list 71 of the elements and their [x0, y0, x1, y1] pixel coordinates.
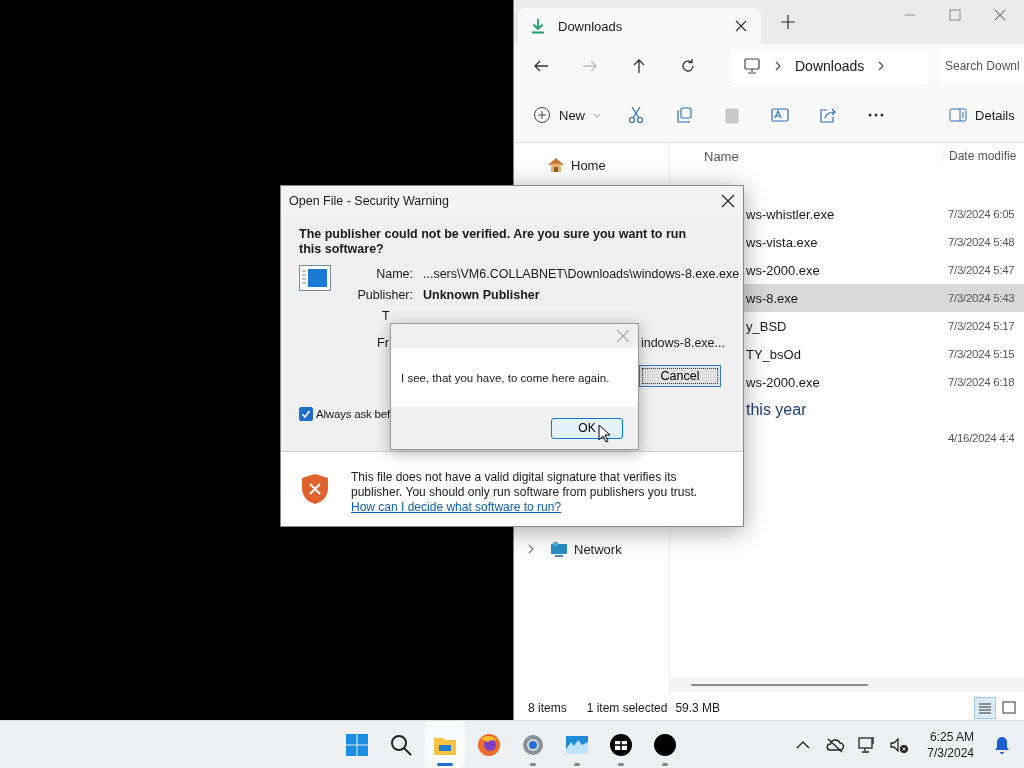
back-icon[interactable]: [533, 58, 549, 74]
field-value: Unknown Publisher: [423, 287, 540, 302]
share-icon[interactable]: [819, 106, 837, 124]
file-name: ws-2000.exe: [746, 262, 820, 278]
up-icon[interactable]: [631, 58, 647, 74]
details-view-icon[interactable]: [974, 697, 996, 719]
search-field[interactable]: Search Downl: [939, 48, 1024, 84]
side-panel-icon: [949, 106, 967, 124]
ok-button[interactable]: OK: [551, 417, 623, 439]
caret-down-icon: [593, 111, 601, 119]
checkbox[interactable]: [299, 407, 313, 421]
chevron-right-icon: [773, 61, 783, 71]
tab[interactable]: Downloads: [518, 8, 761, 44]
rename-icon[interactable]: [771, 106, 789, 124]
new-tab-icon[interactable]: [781, 15, 795, 29]
date-modified: 7/3/2024 5:47: [947, 264, 1016, 276]
column-header[interactable]: Date modifie: [942, 149, 1024, 163]
download-icon: [530, 18, 546, 34]
field-label: Publisher:: [356, 287, 413, 302]
sidebar-item[interactable]: Network: [514, 535, 669, 563]
close-icon[interactable]: [721, 193, 735, 208]
refresh-icon[interactable]: [680, 58, 696, 74]
file-name: ws-whistler.exe: [746, 206, 835, 222]
date-modified: 7/3/2024 5:17: [947, 320, 1016, 332]
details-button[interactable]: Details: [949, 106, 1015, 124]
message-text: I see, that you have, to come here again.: [401, 371, 610, 384]
breadcrumb-item[interactable]: Downloads: [795, 58, 865, 74]
file-name: y_BSD: [746, 318, 787, 334]
close-icon[interactable]: [735, 20, 747, 32]
help-link[interactable]: How can I decide what software to run?: [351, 500, 562, 515]
file-name: ws-vista.exe: [746, 234, 818, 250]
house-icon: [547, 156, 565, 174]
file-name: ws-2000.exe: [746, 374, 820, 390]
selection-size: 59.3 MB: [675, 701, 721, 715]
field-label: Name:: [375, 266, 413, 281]
scrollbar-thumb[interactable]: [691, 684, 868, 686]
date-modified: 7/3/2024 5:43: [947, 292, 1016, 304]
always-ask-checkbox[interactable]: Always ask bef: [299, 407, 390, 421]
cancel-button[interactable]: Cancel: [639, 365, 721, 387]
cut-icon[interactable]: [627, 106, 645, 124]
date-modified: 4/16/2024 4:4: [947, 432, 1016, 444]
copy-icon[interactable]: [675, 106, 693, 124]
sidebar-item[interactable]: Home: [514, 151, 669, 179]
item-count: 8 items: [528, 701, 567, 715]
chevron-right-icon[interactable]: [526, 544, 536, 554]
explorer-app-icon[interactable]: [425, 721, 465, 768]
notification-bell-icon[interactable]: [992, 734, 1012, 755]
file-name: ws-8.exe: [746, 290, 799, 306]
date-modified: 7/3/2024 6:18: [947, 376, 1016, 388]
warning-text: This file does not have a valid digital signature that verifies its publisher. You should only run software from publishers you trust.: [351, 470, 699, 500]
field-value: indows-8.exe...: [640, 335, 725, 350]
date-modified: 7/3/2024 6:05: [947, 208, 1016, 220]
date-modified: 7/3/2024 5:15: [947, 348, 1016, 360]
network-folder-icon: [550, 540, 568, 558]
monitor-icon: [743, 57, 761, 75]
field-value: ...sers\VM6.COLLABNET\Downloads\windows-8.exe.exe: [423, 266, 740, 281]
field-label: Fr: [377, 335, 389, 350]
date-modified: 7/3/2024 5:48: [947, 236, 1016, 248]
shield-icon: [301, 473, 329, 505]
clock[interactable]: 6:25 AM 7/3/2024: [927, 728, 974, 761]
plus-circle-icon: [533, 106, 551, 124]
new-button[interactable]: New: [533, 106, 601, 124]
selection-count: 1 item selected: [586, 701, 668, 715]
mouse-cursor-icon: [598, 424, 610, 444]
application-icon: [299, 265, 331, 291]
address-bar[interactable]: Downloads: [731, 49, 929, 83]
column-header[interactable]: Name: [670, 148, 942, 164]
warning-heading: The publisher could not be verified. Are you sure you want to run this software?: [299, 227, 688, 257]
file-name: TY_bsOd: [746, 346, 801, 362]
field-label: T: [382, 308, 390, 323]
dialog-title: Open File - Security Warning: [289, 193, 449, 208]
